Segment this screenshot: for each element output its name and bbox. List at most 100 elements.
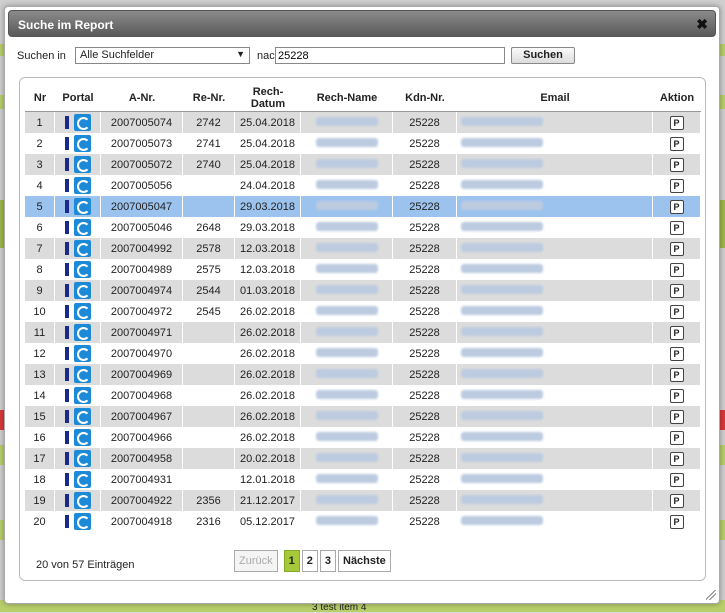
- table-row[interactable]: 13 2007004969 26.02.2018 25228 P: [25, 364, 701, 385]
- portal-logo-icon[interactable]: [73, 219, 91, 236]
- table-row[interactable]: 18 2007004931 12.01.2018 25228 P: [25, 469, 701, 490]
- column-header-email[interactable]: Email: [457, 85, 653, 112]
- print-icon[interactable]: P: [669, 199, 684, 214]
- prev-page-button[interactable]: Zurück: [234, 550, 278, 572]
- column-header-date[interactable]: Rech-Datum: [235, 85, 301, 112]
- column-header-name[interactable]: Rech-Name: [301, 85, 393, 112]
- page-button-1[interactable]: 1: [283, 550, 300, 572]
- cell-portal: [55, 448, 101, 469]
- cell-name: [301, 175, 393, 196]
- column-header-action[interactable]: Aktion: [653, 85, 701, 112]
- print-icon[interactable]: P: [669, 157, 684, 172]
- column-header-kdn[interactable]: Kdn-Nr.: [393, 85, 457, 112]
- portal-logo-icon[interactable]: [73, 471, 91, 488]
- portal-marker: [64, 452, 69, 465]
- cell-date: 20.02.2018: [235, 448, 301, 469]
- portal-logo-icon[interactable]: [73, 282, 91, 299]
- print-icon[interactable]: P: [669, 514, 684, 529]
- redacted-email: [461, 158, 543, 168]
- print-icon[interactable]: P: [669, 388, 684, 403]
- portal-logo-icon[interactable]: [73, 135, 91, 152]
- portal-logo-icon[interactable]: [73, 240, 91, 257]
- print-icon[interactable]: P: [669, 367, 684, 382]
- table-row[interactable]: 10 2007004972 2545 26.02.2018 25228 P: [25, 301, 701, 322]
- cell-email: [457, 427, 653, 448]
- print-icon[interactable]: P: [669, 472, 684, 487]
- cell-anr: 2007004989: [101, 259, 183, 280]
- cell-name: [301, 280, 393, 301]
- print-icon[interactable]: P: [669, 304, 684, 319]
- table-row[interactable]: 15 2007004967 26.02.2018 25228 P: [25, 406, 701, 427]
- print-icon[interactable]: P: [669, 430, 684, 445]
- cell-action: P: [653, 490, 701, 511]
- portal-marker: [64, 137, 69, 150]
- portal-logo-icon[interactable]: [73, 492, 91, 509]
- table-row[interactable]: 12 2007004970 26.02.2018 25228 P: [25, 343, 701, 364]
- print-icon[interactable]: P: [669, 178, 684, 193]
- next-page-button[interactable]: Nächste: [338, 550, 391, 572]
- cell-anr: 2007005073: [101, 133, 183, 154]
- cell-kdn: 25228: [393, 385, 457, 406]
- table-row[interactable]: 6 2007005046 2648 29.03.2018 25228 P: [25, 217, 701, 238]
- cell-name: [301, 196, 393, 217]
- portal-logo-icon[interactable]: [73, 114, 91, 131]
- cell-kdn: 25228: [393, 133, 457, 154]
- table-row[interactable]: 16 2007004966 26.02.2018 25228 P: [25, 427, 701, 448]
- print-icon[interactable]: P: [669, 115, 684, 130]
- print-icon[interactable]: P: [669, 346, 684, 361]
- portal-logo-icon[interactable]: [73, 408, 91, 425]
- dialog-titlebar[interactable]: Suche im Report ✖: [8, 10, 716, 37]
- column-header-renr[interactable]: Re-Nr.: [183, 85, 235, 112]
- portal-logo-icon[interactable]: [73, 366, 91, 383]
- portal-logo-icon[interactable]: [73, 261, 91, 278]
- table-row[interactable]: 14 2007004968 26.02.2018 25228 P: [25, 385, 701, 406]
- table-row[interactable]: 3 2007005072 2740 25.04.2018 25228 P: [25, 154, 701, 175]
- column-header-nr[interactable]: Nr: [25, 85, 55, 112]
- cell-email: [457, 154, 653, 175]
- cell-anr: 2007004968: [101, 385, 183, 406]
- close-icon[interactable]: ✖: [696, 16, 708, 33]
- page-button-3[interactable]: 3: [319, 550, 336, 572]
- print-icon[interactable]: P: [669, 241, 684, 256]
- table-row[interactable]: 2 2007005073 2741 25.04.2018 25228 P: [25, 133, 701, 154]
- portal-logo-icon[interactable]: [73, 156, 91, 173]
- cell-date: 26.02.2018: [235, 322, 301, 343]
- print-icon[interactable]: P: [669, 283, 684, 298]
- print-icon[interactable]: P: [669, 262, 684, 277]
- portal-logo-icon[interactable]: [73, 387, 91, 404]
- print-icon[interactable]: P: [669, 493, 684, 508]
- print-icon[interactable]: P: [669, 325, 684, 340]
- cell-kdn: 25228: [393, 448, 457, 469]
- portal-logo-icon[interactable]: [73, 177, 91, 194]
- print-icon[interactable]: P: [669, 220, 684, 235]
- column-header-anr[interactable]: A-Nr.: [101, 85, 183, 112]
- table-row[interactable]: 4 2007005056 24.04.2018 25228 P: [25, 175, 701, 196]
- table-row[interactable]: 1 2007005074 2742 25.04.2018 25228 P: [25, 112, 701, 133]
- table-row[interactable]: 11 2007004971 26.02.2018 25228 P: [25, 322, 701, 343]
- search-button[interactable]: Suchen: [511, 47, 575, 64]
- portal-logo-icon[interactable]: [73, 303, 91, 320]
- table-row[interactable]: 17 2007004958 20.02.2018 25228 P: [25, 448, 701, 469]
- print-icon[interactable]: P: [669, 451, 684, 466]
- table-row[interactable]: 9 2007004974 2544 01.03.2018 25228 P: [25, 280, 701, 301]
- cell-renr: [183, 406, 235, 427]
- table-row[interactable]: 20 2007004918 2316 05.12.2017 25228 P: [25, 511, 701, 532]
- table-row[interactable]: 19 2007004922 2356 21.12.2017 25228 P: [25, 490, 701, 511]
- search-input[interactable]: [275, 47, 505, 64]
- portal-logo-icon[interactable]: [73, 513, 91, 530]
- print-icon[interactable]: P: [669, 409, 684, 424]
- portal-logo-icon[interactable]: [73, 345, 91, 362]
- print-icon[interactable]: P: [669, 136, 684, 151]
- cell-renr: 2742: [183, 112, 235, 133]
- portal-logo-icon[interactable]: [73, 450, 91, 467]
- search-field-select[interactable]: Alle Suchfelder ▼: [75, 47, 250, 64]
- resize-handle-icon[interactable]: [706, 590, 716, 600]
- table-row[interactable]: 8 2007004989 2575 12.03.2018 25228 P: [25, 259, 701, 280]
- column-header-portal[interactable]: Portal: [55, 85, 101, 112]
- portal-logo-icon[interactable]: [73, 324, 91, 341]
- table-row[interactable]: 5 2007005047 29.03.2018 25228 P: [25, 196, 701, 217]
- portal-logo-icon[interactable]: [73, 198, 91, 215]
- portal-logo-icon[interactable]: [73, 429, 91, 446]
- page-button-2[interactable]: 2: [301, 550, 318, 572]
- table-row[interactable]: 7 2007004992 2578 12.03.2018 25228 P: [25, 238, 701, 259]
